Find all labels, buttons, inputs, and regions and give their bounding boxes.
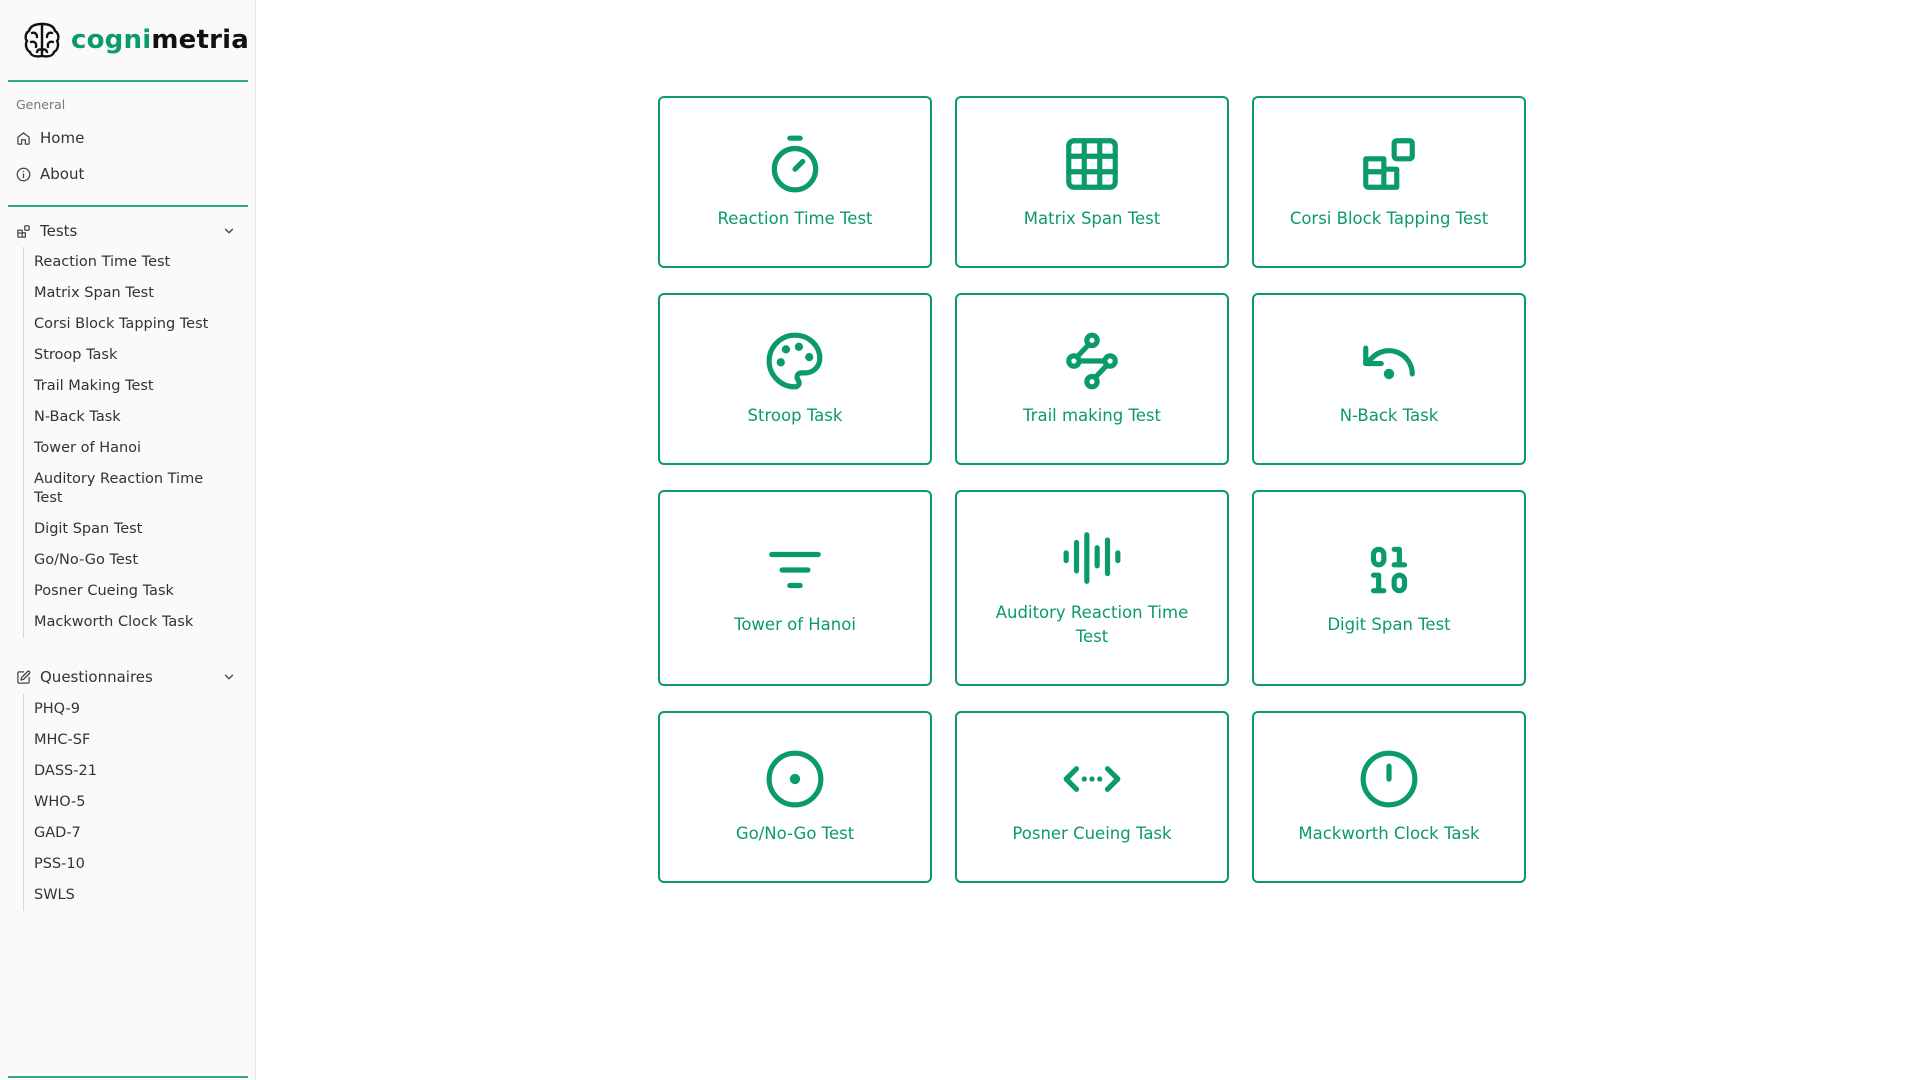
- sidebar-item-who-5[interactable]: WHO-5: [24, 787, 222, 818]
- card-label: Trail making Test: [1023, 406, 1161, 425]
- sidebar-item-posner-cueing-task[interactable]: Posner Cueing Task: [24, 576, 222, 607]
- card-label: Posner Cueing Task: [1012, 824, 1172, 843]
- sidebar-item-swls[interactable]: SWLS: [24, 880, 222, 911]
- sidebar-item-go-no-go-test[interactable]: Go/No-Go Test: [24, 545, 222, 576]
- questionnaires-submenu: PHQ-9 MHC-SF DASS-21 WHO-5 GAD-7 PSS-10 …: [23, 694, 248, 911]
- workflow-icon: [1066, 332, 1118, 390]
- card-label: Go/No-Go Test: [735, 824, 855, 843]
- blocks-icon: [17, 224, 30, 238]
- circle-dot-icon: [766, 750, 824, 808]
- card-label: Matrix Span Test: [1023, 209, 1161, 228]
- sidebar-divider: [8, 1076, 248, 1078]
- sidebar-item-dass-21[interactable]: DASS-21: [24, 756, 222, 787]
- audio-lines-icon: [1063, 532, 1121, 584]
- timer-icon: [771, 135, 819, 193]
- circle-power-icon: [1360, 750, 1418, 808]
- brand-name-accent: cogni: [71, 25, 152, 55]
- brain-logo-icon: [24, 22, 60, 58]
- info-icon: [16, 167, 31, 181]
- sidebar-item-n-back-task[interactable]: N-Back Task: [24, 402, 222, 433]
- sidebar-item-reaction-time-test[interactable]: Reaction Time Test: [24, 247, 222, 278]
- sidebar-item-phq-9[interactable]: PHQ-9: [24, 694, 222, 725]
- card-label: Reaction Time Test: [717, 209, 873, 228]
- card-label: Tower of Hanoi: [734, 615, 856, 634]
- card-auditory-reaction-time-test[interactable]: Auditory Reaction Time Test: [955, 490, 1229, 686]
- sidebar-item-tower-of-hanoi[interactable]: Tower of Hanoi: [24, 433, 222, 464]
- sidebar-item-mackworth-clock-task[interactable]: Mackworth Clock Task: [24, 607, 222, 638]
- sidebar-item-matrix-span-test[interactable]: Matrix Span Test: [24, 278, 222, 309]
- palette-icon: [766, 332, 823, 390]
- chevron-down-icon: [224, 228, 234, 234]
- edit-icon: [17, 670, 31, 684]
- sidebar-item-digit-span-test[interactable]: Digit Span Test: [24, 514, 222, 545]
- card-mackworth-clock-task[interactable]: Mackworth Clock Task: [1252, 711, 1526, 883]
- card-stroop-task[interactable]: Stroop Task: [658, 293, 932, 465]
- tests-submenu: Reaction Time Test Matrix Span Test Cors…: [23, 247, 248, 638]
- sidebar-item-trail-making-test[interactable]: Trail Making Test: [24, 371, 222, 402]
- brand-name-rest: metria: [151, 25, 249, 55]
- nav-tests-toggle[interactable]: Tests: [8, 215, 248, 247]
- card-label: Mackworth Clock Task: [1298, 824, 1480, 843]
- move-horizontal-dashed-icon: [1063, 766, 1121, 792]
- sidebar-item-stroop-task[interactable]: Stroop Task: [24, 340, 222, 371]
- nav-home[interactable]: Home: [8, 122, 248, 154]
- card-digit-span-test[interactable]: Digit Span Test: [1252, 490, 1526, 686]
- card-trail-making-test[interactable]: Trail making Test: [955, 293, 1229, 465]
- undo-dot-icon: [1363, 345, 1415, 380]
- card-label: Corsi Block Tapping Test: [1289, 209, 1489, 228]
- card-reaction-time-test[interactable]: Reaction Time Test: [658, 96, 932, 268]
- brand-logo[interactable]: cognimetria: [22, 20, 249, 60]
- nav-about[interactable]: About: [8, 158, 248, 190]
- nav-questionnaires-toggle[interactable]: Questionnaires: [8, 661, 248, 693]
- card-n-back-task[interactable]: N-Back Task: [1252, 293, 1526, 465]
- nav-about-label: About: [40, 165, 85, 183]
- card-tower-of-hanoi[interactable]: Tower of Hanoi: [658, 490, 932, 686]
- binary-icon: [1370, 546, 1408, 594]
- home-icon: [17, 131, 30, 145]
- sidebar: cognimetria General Home About Tests Rea…: [0, 0, 256, 1080]
- card-posner-cueing-task[interactable]: Posner Cueing Task: [955, 711, 1229, 883]
- card-corsi-block-tapping-test[interactable]: Corsi Block Tapping Test: [1252, 96, 1526, 268]
- sidebar-item-auditory-reaction-time-test[interactable]: Auditory Reaction Time Test: [24, 464, 222, 514]
- sidebar-divider: [8, 205, 248, 207]
- nav-tests-label: Tests: [40, 222, 78, 240]
- card-label: Digit Span Test: [1327, 615, 1451, 634]
- brand-name: cognimetria: [71, 25, 249, 55]
- card-label: Stroop Task: [747, 406, 843, 425]
- sidebar-divider: [8, 80, 248, 82]
- chevron-down-icon: [224, 674, 234, 680]
- nav-questionnaires-label: Questionnaires: [40, 668, 153, 686]
- card-label: N-Back Task: [1339, 406, 1439, 425]
- general-section-label: General: [16, 97, 66, 112]
- nav-home-label: Home: [40, 129, 85, 147]
- sidebar-item-mhc-sf[interactable]: MHC-SF: [24, 725, 222, 756]
- card-label: Auditory Reaction Time Test: [995, 603, 1189, 646]
- grid-icon: [1066, 138, 1118, 190]
- sidebar-item-pss-10[interactable]: PSS-10: [24, 849, 222, 880]
- blocks-icon: [1363, 138, 1415, 190]
- card-go-no-go-test[interactable]: Go/No-Go Test: [658, 711, 932, 883]
- card-matrix-span-test[interactable]: Matrix Span Test: [955, 96, 1229, 268]
- filter-lines-icon: [769, 551, 821, 589]
- sidebar-item-gad-7[interactable]: GAD-7: [24, 818, 222, 849]
- sidebar-item-corsi-block-tapping-test[interactable]: Corsi Block Tapping Test: [24, 309, 222, 340]
